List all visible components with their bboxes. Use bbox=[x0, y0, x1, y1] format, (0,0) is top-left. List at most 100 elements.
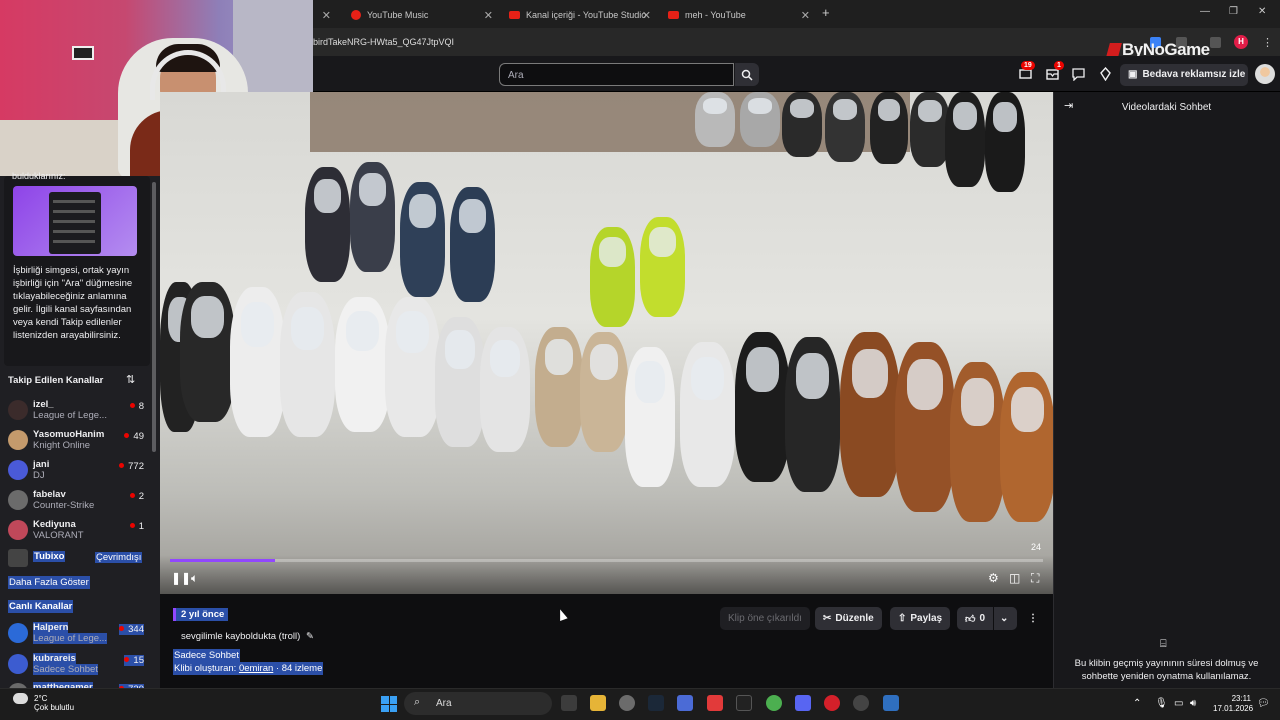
app-icon-red[interactable] bbox=[707, 695, 723, 711]
chat-panel bbox=[1053, 92, 1280, 688]
live-channel-item[interactable]: Halpern League of Lege... 344 bbox=[8, 620, 148, 648]
channel-name: kubrareis bbox=[33, 653, 76, 664]
more-options-icon[interactable]: ⋮ bbox=[1020, 607, 1046, 630]
profile-avatar[interactable]: H bbox=[1234, 35, 1248, 49]
chatgpt-icon[interactable] bbox=[619, 695, 635, 711]
amazon-icon[interactable] bbox=[736, 695, 752, 711]
whispers-icon[interactable] bbox=[1071, 67, 1086, 81]
downloads-icon[interactable] bbox=[1210, 37, 1221, 48]
clock-time: 23:11 bbox=[1231, 694, 1251, 703]
opera-gx-icon[interactable] bbox=[824, 695, 840, 711]
network-icon[interactable]: ▭ bbox=[1174, 698, 1183, 709]
viewer-count: 772 bbox=[119, 461, 144, 472]
ad-free-icon: ▣ bbox=[1128, 69, 1138, 80]
edit-pencil-icon[interactable]: ✎ bbox=[306, 631, 314, 642]
ad-free-button[interactable]: ▣ Bedava reklamsız izle bbox=[1120, 64, 1248, 86]
channel-avatar bbox=[8, 400, 28, 420]
channel-game: Knight Online bbox=[33, 440, 91, 451]
chevron-down-icon: ⌄ bbox=[1000, 613, 1009, 624]
close-window-button[interactable]: ✕ bbox=[1258, 6, 1266, 17]
followed-channels-heading: Takip Edilen Kanallar bbox=[8, 375, 104, 386]
video-progress-bar[interactable] bbox=[170, 559, 1043, 562]
channel-game: VALORANT bbox=[33, 530, 84, 541]
user-avatar[interactable] bbox=[1255, 64, 1275, 84]
weather-condition: Çok bulutlu bbox=[34, 703, 75, 712]
edit-clip-button[interactable]: ✂ Düzenle bbox=[815, 607, 882, 630]
channel-name: fabelav bbox=[33, 489, 66, 500]
followed-channel-item[interactable]: jani DJ 772 bbox=[8, 457, 148, 485]
volume-icon[interactable]: 🔈︎ bbox=[191, 571, 198, 586]
inbox-badge: 1 bbox=[1054, 61, 1064, 70]
close-icon[interactable]: ✕ bbox=[642, 9, 651, 22]
pause-button[interactable]: ❚❚ bbox=[171, 571, 191, 585]
minimize-button[interactable]: — bbox=[1200, 6, 1210, 17]
volume-icon[interactable]: 🔊︎ bbox=[1190, 698, 1196, 709]
channel-avatar bbox=[8, 460, 28, 480]
settings-gear-icon[interactable]: ⚙ bbox=[988, 571, 999, 585]
followed-channel-item[interactable]: YasomuoHanim Knight Online 49 bbox=[8, 427, 148, 455]
chat-unavailable-message: Bu klibin geçmiş yayınının süresi dolmuş… bbox=[1074, 658, 1259, 682]
task-view-icon[interactable] bbox=[561, 695, 577, 711]
file-explorer-icon[interactable] bbox=[590, 695, 606, 711]
notification-center-icon[interactable]: 💬︎ bbox=[1257, 698, 1270, 709]
like-options-dropdown[interactable]: ⌄ bbox=[994, 607, 1017, 630]
close-icon[interactable]: ✕ bbox=[484, 9, 493, 22]
viewer-count: 1 bbox=[130, 521, 144, 532]
browser-menu-icon[interactable]: ⋮ bbox=[1262, 36, 1273, 49]
windows-start-icon[interactable] bbox=[381, 696, 397, 712]
windows-taskbar bbox=[0, 688, 1280, 720]
channel-name: izel_ bbox=[33, 399, 54, 410]
tray-overflow-icon[interactable]: ⌃ bbox=[1133, 698, 1141, 709]
followed-channel-item[interactable]: fabelav Counter-Strike 2 bbox=[8, 487, 148, 515]
collab-description: İşbirliği simgesi, ortak yayın işbirliği… bbox=[13, 265, 133, 341]
sort-icon[interactable]: ⇅ bbox=[126, 373, 135, 386]
system-clock[interactable]: 23:11 17.01.2026 bbox=[1213, 694, 1253, 714]
clip-featured-button[interactable]: Klip öne çıkarıldı bbox=[720, 607, 810, 630]
clip-title-text: sevgilimle kayboldukta (troll) bbox=[181, 631, 301, 642]
share-button[interactable]: ⇧ Paylaş bbox=[890, 607, 951, 630]
steam-icon[interactable] bbox=[648, 695, 664, 711]
channel-avatar bbox=[8, 549, 28, 567]
video-player[interactable] bbox=[160, 92, 1053, 594]
microphone-icon[interactable]: 🎙︎ bbox=[1155, 698, 1168, 709]
sidebar-scroll-thumb[interactable] bbox=[152, 182, 156, 452]
channel-name: jani bbox=[33, 459, 50, 470]
calculator-icon[interactable] bbox=[883, 695, 899, 711]
store-icon[interactable] bbox=[677, 695, 693, 711]
bits-icon[interactable] bbox=[1098, 67, 1113, 81]
search-button[interactable] bbox=[735, 63, 759, 86]
followed-channel-item[interactable]: izel_ League of Lege... 8 bbox=[8, 397, 148, 425]
offline-channel-item[interactable]: Tubixo Çevrimdışı bbox=[8, 548, 148, 568]
app-icon-gray[interactable] bbox=[853, 695, 869, 711]
clip-category-link[interactable]: Sadece Sohbet bbox=[173, 649, 240, 662]
like-button[interactable]: 👍︎ 0 bbox=[957, 607, 994, 630]
clip-age: 2 yıl önce bbox=[173, 608, 229, 621]
cloud-icon[interactable] bbox=[13, 693, 28, 704]
new-tab-button[interactable]: + bbox=[822, 5, 830, 20]
live-channel-item[interactable]: mattbegamer 729 bbox=[8, 680, 148, 688]
scissors-icon: ✂ bbox=[823, 613, 832, 624]
weather-widget[interactable]: 2°C Çok bulutlu bbox=[34, 694, 74, 712]
chrome-icon[interactable] bbox=[766, 695, 782, 711]
search-input[interactable]: Ara bbox=[499, 63, 734, 86]
tab-close-current[interactable]: ✕ bbox=[313, 4, 337, 26]
channel-avatar bbox=[8, 520, 28, 540]
url-text[interactable]: birdTakeNRG-HWta5_QG47JtpVQI bbox=[313, 37, 454, 47]
collab-card-heading: bulduklarınız: bbox=[12, 171, 66, 181]
close-icon[interactable]: ✕ bbox=[801, 9, 810, 22]
live-channel-item[interactable]: kubrareis Sadece Sohbet 15 bbox=[8, 651, 148, 679]
video-counter: 24 bbox=[1031, 542, 1042, 552]
tab-youtube-studio[interactable]: Kanal içeriği - YouTube Studio ✕ bbox=[503, 4, 655, 26]
collab-illustration bbox=[13, 186, 137, 256]
show-more-link[interactable]: Daha Fazla Göster bbox=[8, 576, 90, 589]
followed-channel-item[interactable]: Kediyuna VALORANT 1 bbox=[8, 517, 148, 545]
clip-creator-link[interactable]: 0emiran bbox=[239, 663, 273, 674]
fullscreen-icon[interactable]: ⛶ bbox=[1031, 571, 1039, 586]
thumbs-up-icon: 👍︎ bbox=[965, 613, 976, 625]
tab-youtube-music[interactable]: YouTube Music ✕ bbox=[345, 4, 497, 26]
discord-icon[interactable] bbox=[795, 695, 811, 711]
theatre-mode-icon[interactable]: ◫ bbox=[1009, 571, 1020, 585]
tab-youtube-meh[interactable]: meh - YouTube ✕ bbox=[662, 4, 814, 26]
taskbar-search-input[interactable]: ⌕ Ara bbox=[404, 692, 552, 715]
maximize-button[interactable]: ❐ bbox=[1229, 6, 1238, 17]
